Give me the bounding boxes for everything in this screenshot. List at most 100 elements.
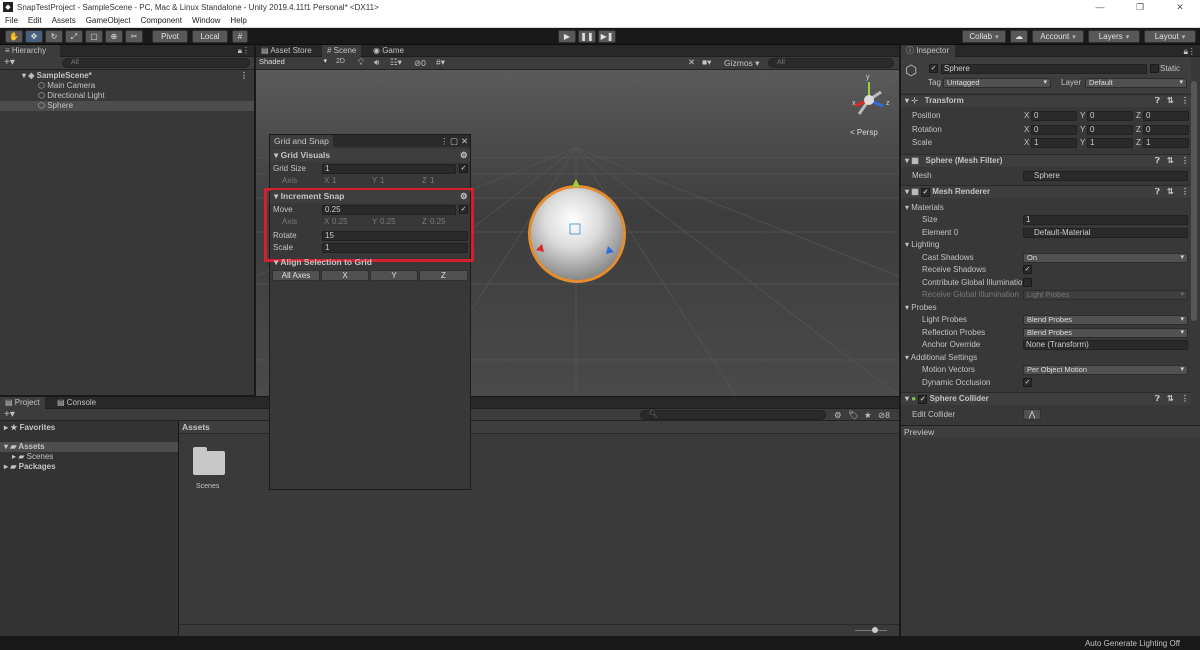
scenes-folder-item[interactable]: ▸ ▰ Scenes xyxy=(0,452,53,462)
mesh-filter-header[interactable]: ▾ ▦ Sphere (Mesh Filter) ❓︎ ⇅ ⋮ xyxy=(901,154,1191,167)
scale-z-field[interactable]: 1 xyxy=(1143,138,1189,148)
local-toggle[interactable]: Local xyxy=(192,30,228,43)
help-icon[interactable]: ❓︎ xyxy=(1155,95,1160,107)
contribute-gi-checkbox[interactable] xyxy=(1023,278,1032,287)
filter-type-icon[interactable]: ⚙ xyxy=(834,410,842,421)
preview-header[interactable]: Preview xyxy=(901,426,1200,438)
step-button[interactable]: ▶❚ xyxy=(598,30,616,43)
static-checkbox[interactable] xyxy=(1150,64,1159,73)
window-close-icon[interactable]: ✕ xyxy=(461,136,468,147)
component-menu-icon[interactable]: ⋮ xyxy=(1181,186,1189,198)
grid-snap-icon[interactable]: # xyxy=(232,30,248,43)
align-x-button[interactable]: X xyxy=(321,270,369,281)
custom-tool-icon[interactable]: ✂ xyxy=(125,30,143,43)
move-tool-icon[interactable]: ✥ xyxy=(25,30,43,43)
close-button[interactable]: ✕ xyxy=(1160,0,1200,14)
pivot-toggle[interactable]: Pivot xyxy=(152,30,188,43)
hierarchy-item-sphere[interactable]: ⬡ Sphere xyxy=(0,101,254,111)
gizmos-dropdown[interactable]: Gizmos ▾ xyxy=(724,58,759,69)
orientation-gizmo-icon[interactable] xyxy=(849,76,889,120)
hierarchy-search-input[interactable]: All xyxy=(62,58,250,68)
collider-enabled-checkbox[interactable]: ✓ xyxy=(918,395,928,404)
zoom-slider-handle[interactable] xyxy=(872,627,878,633)
materials-foldout[interactable]: ▾ Materials xyxy=(905,203,944,213)
packages-item[interactable]: ▸ ▰ Packages xyxy=(0,462,56,472)
edit-collider-button[interactable]: ⋀ xyxy=(1023,409,1041,420)
grid-size-field[interactable]: 1 xyxy=(322,164,456,174)
cloud-icon[interactable]: ☁ xyxy=(1010,30,1028,43)
create-plus-icon[interactable]: +▾ xyxy=(4,409,15,420)
object-name-field[interactable]: Sphere xyxy=(941,64,1147,74)
grid-size-link-checkbox[interactable]: ✓ xyxy=(459,164,468,173)
gear-icon[interactable]: ⚙ xyxy=(460,190,468,203)
gear-icon[interactable]: ⚙ xyxy=(460,149,468,162)
element0-field[interactable]: Default-Material xyxy=(1023,228,1188,238)
component-menu-icon[interactable]: ⋮ xyxy=(1181,393,1189,405)
preset-icon[interactable]: ⇅ xyxy=(1167,186,1174,198)
more-menu-icon[interactable]: ⋮ xyxy=(242,46,250,55)
reflection-probes-dropdown[interactable]: Blend Probes xyxy=(1023,328,1188,338)
preset-icon[interactable]: ⇅ xyxy=(1167,393,1174,405)
scene-menu-icon[interactable]: ⋮ xyxy=(240,71,248,81)
collab-dropdown[interactable]: Collab xyxy=(962,30,1006,43)
renderer-enabled-checkbox[interactable]: ✓ xyxy=(921,188,931,197)
tab-project[interactable]: ▤ Project xyxy=(0,397,45,409)
layer-dropdown[interactable]: Default xyxy=(1085,78,1187,88)
mesh-renderer-header[interactable]: ▾ ▦ ✓ Mesh Renderer ❓︎ ⇅ ⋮ xyxy=(901,185,1191,198)
menu-edit[interactable]: Edit xyxy=(23,16,47,25)
scale-y-field[interactable]: 1 xyxy=(1087,138,1133,148)
maximize-button[interactable]: ❐ xyxy=(1120,0,1160,14)
window-menu-icon[interactable]: ⋮ xyxy=(440,136,449,147)
component-menu-icon[interactable]: ⋮ xyxy=(1181,95,1189,107)
preset-icon[interactable]: ⇅ xyxy=(1167,95,1174,107)
lighting-toggle-icon[interactable]: 💡︎ xyxy=(358,57,364,68)
window-maximize-icon[interactable]: ▢ xyxy=(450,136,458,147)
position-z-field[interactable]: 0 xyxy=(1143,111,1189,121)
align-all-axes-button[interactable]: All Axes xyxy=(272,270,320,281)
rect-tool-icon[interactable]: ▢ xyxy=(85,30,103,43)
increment-snap-header[interactable]: ▾ Increment Snap ⚙ xyxy=(270,190,470,203)
play-button[interactable]: ▶ xyxy=(558,30,576,43)
materials-size-field[interactable]: 1 xyxy=(1023,215,1188,225)
filter-label-icon[interactable]: 🏷︎ xyxy=(848,410,859,421)
help-icon[interactable]: ❓︎ xyxy=(1155,393,1160,405)
effects-dropdown-icon[interactable]: ☷▾ xyxy=(390,57,402,68)
sphere-collider-header[interactable]: ▾ ● ✓ Sphere Collider ❓︎ ⇅ ⋮ xyxy=(901,392,1191,405)
pause-button[interactable]: ❚❚ xyxy=(578,30,596,43)
scene-root-item[interactable]: ▾ ◈ SampleScene* ⋮ xyxy=(0,71,254,81)
menu-gameobject[interactable]: GameObject xyxy=(81,16,136,25)
camera-dropdown-icon[interactable]: ■▾ xyxy=(702,57,711,68)
menu-file[interactable]: File xyxy=(0,16,23,25)
active-checkbox[interactable]: ✓ xyxy=(929,64,938,73)
menu-component[interactable]: Component xyxy=(136,16,187,25)
additional-settings-foldout[interactable]: ▾ Additional Settings xyxy=(905,353,977,363)
rotate-field[interactable]: 15 xyxy=(322,231,468,241)
scene-search-input[interactable]: All xyxy=(768,58,894,68)
position-x-field[interactable]: 0 xyxy=(1031,111,1077,121)
tab-asset-store[interactable]: ▤ Asset Store xyxy=(256,45,317,57)
hierarchy-item-directional-light[interactable]: ⬡ Directional Light xyxy=(0,91,254,101)
receive-shadows-checkbox[interactable]: ✓ xyxy=(1023,265,1032,274)
align-selection-header[interactable]: ▾ Align Selection to Grid xyxy=(270,257,470,268)
assets-item[interactable]: ▾ ▰ Assets xyxy=(0,442,178,452)
probes-foldout[interactable]: ▾ Probes xyxy=(905,303,937,313)
hidden-packages-toggle[interactable]: ⊘8 xyxy=(878,410,890,421)
scale-x-field[interactable]: 1 xyxy=(1031,138,1077,148)
align-y-button[interactable]: Y xyxy=(370,270,418,281)
scale-tool-icon[interactable]: ⤢ xyxy=(65,30,83,43)
account-dropdown[interactable]: Account xyxy=(1032,30,1084,43)
layers-dropdown[interactable]: Layers xyxy=(1088,30,1140,43)
lighting-foldout[interactable]: ▾ Lighting xyxy=(905,240,939,250)
mode-2d-toggle[interactable]: 2D xyxy=(336,58,345,65)
tab-console[interactable]: ▤ Console xyxy=(52,397,101,409)
rotation-x-field[interactable]: 0 xyxy=(1031,125,1077,135)
position-y-field[interactable]: 0 xyxy=(1087,111,1133,121)
component-menu-icon[interactable]: ⋮ xyxy=(1181,155,1189,167)
layout-dropdown[interactable]: Layout xyxy=(1144,30,1196,43)
menu-help[interactable]: Help xyxy=(225,16,251,25)
grid-toggle-icon[interactable]: #▾ xyxy=(436,57,445,68)
scale-field[interactable]: 1 xyxy=(322,243,468,253)
favorite-star-icon[interactable]: ★ xyxy=(864,410,872,421)
favorites-item[interactable]: ▸ ★ Favorites xyxy=(0,423,55,433)
folder-icon[interactable] xyxy=(193,451,225,475)
